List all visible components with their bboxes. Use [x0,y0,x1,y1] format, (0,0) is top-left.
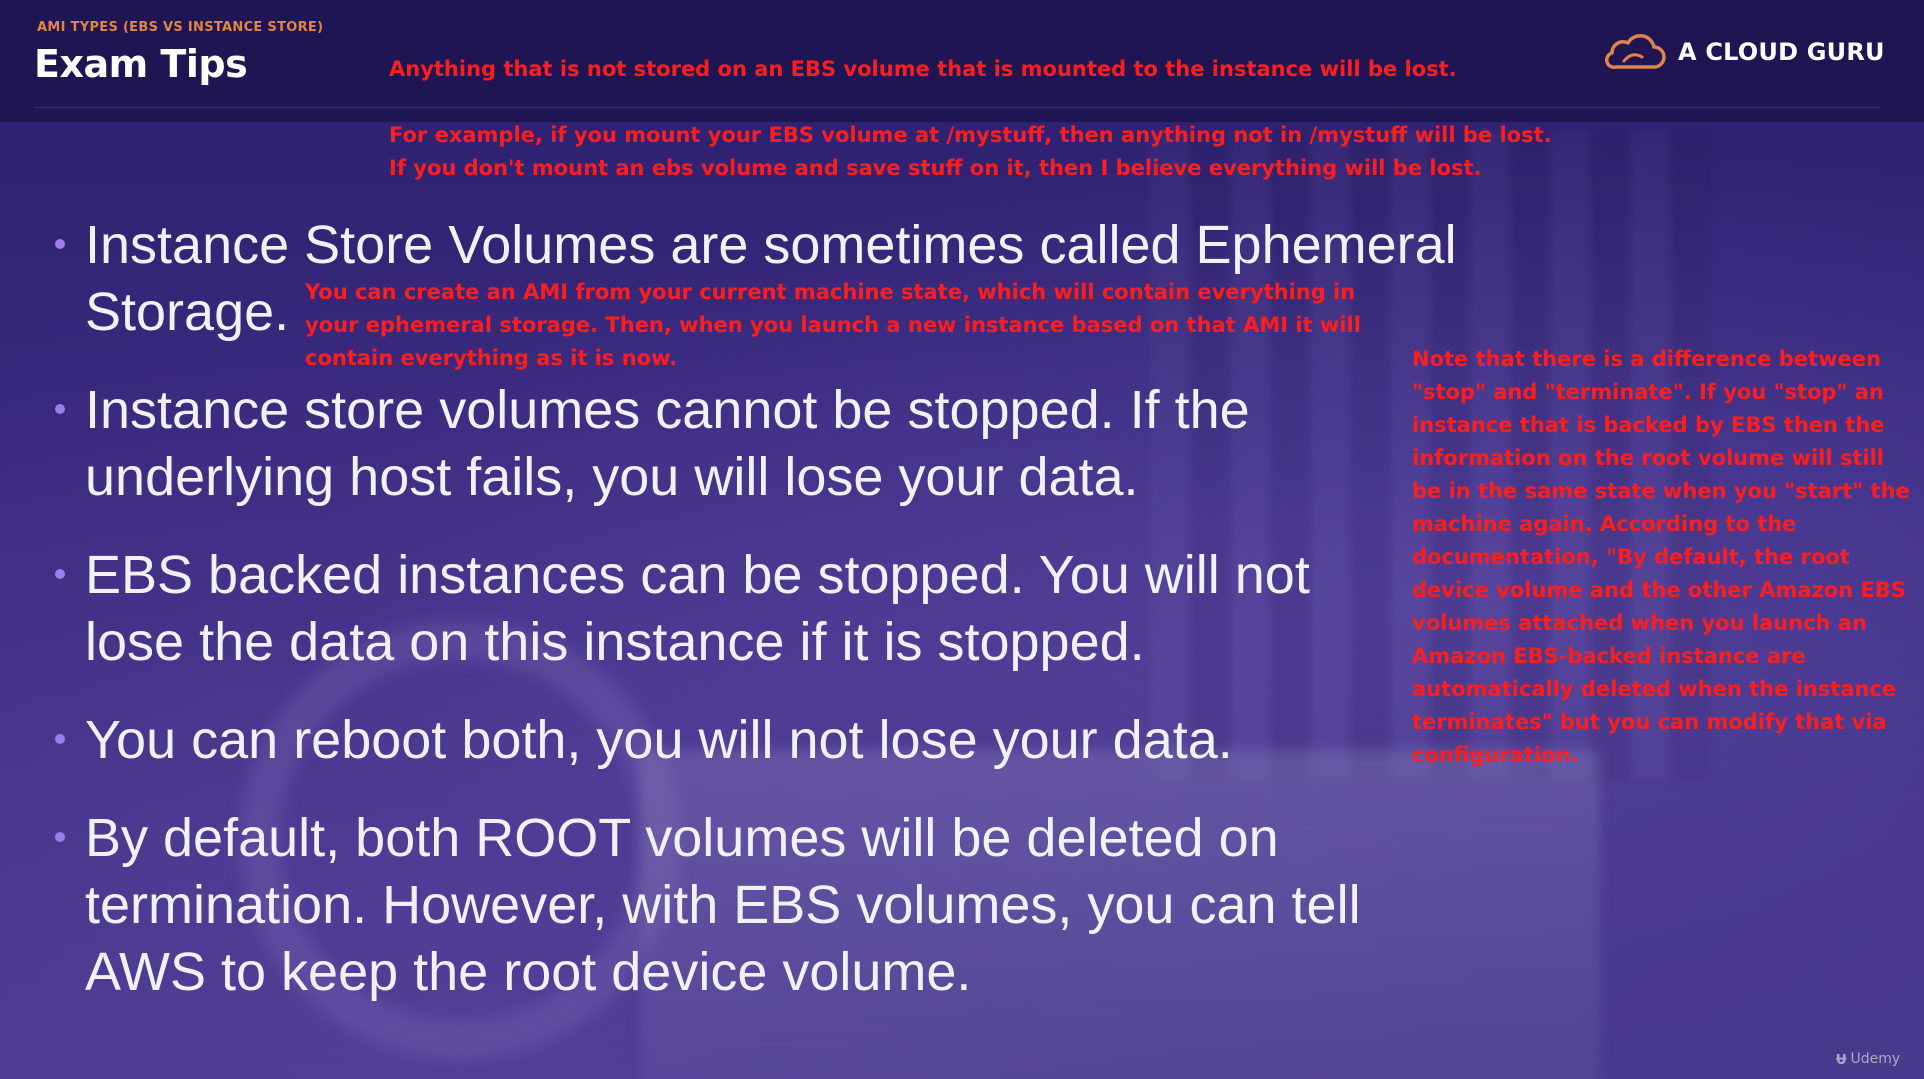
header-divider [34,107,1880,108]
cloud-icon [1602,33,1666,71]
bullet-dot-icon [55,734,65,744]
slide-title: Exam Tips [34,42,248,86]
bullet-text: You can reboot both, you will not lose y… [85,710,1233,770]
annotation-note-1: Anything that is not stored on an EBS vo… [389,57,1457,81]
bullet-dot-icon [55,404,65,414]
bullet-item: By default, both ROOT volumes will be de… [55,805,1485,1006]
bullet-text: EBS backed instances can be stopped. You… [85,545,1310,672]
bullet-dot-icon [55,569,65,579]
annotation-note-3: You can create an AMI from your current … [305,280,1361,370]
logo-text: A CLOUD GURU [1678,38,1885,66]
slide: AMI TYPES (EBS VS INSTANCE STORE) Exam T… [0,0,1924,1079]
annotation-note-4: Note that there is a difference between … [1412,347,1910,767]
bullet-item: EBS backed instances can be stopped. You… [55,542,1415,676]
bullet-dot-icon [55,832,65,842]
udemy-label: Udemy [1850,1050,1901,1067]
bullet-dot-icon [55,239,65,249]
annotation-note-2: For example, if you mount your EBS volum… [389,123,1552,180]
udemy-logo-icon: ᵾ [1836,1048,1847,1069]
bullet-text: By default, both ROOT volumes will be de… [85,808,1361,1002]
bullet-item: Instance store volumes cannot be stopped… [55,377,1285,511]
bullet-item: You can reboot both, you will not lose y… [55,707,1285,774]
bullet-text: Instance store volumes cannot be stopped… [85,380,1250,507]
brand-logo: A CLOUD GURU [1602,30,1885,74]
udemy-watermark: ᵾ Udemy [1836,1048,1900,1069]
section-kicker: AMI TYPES (EBS VS INSTANCE STORE) [37,20,324,35]
